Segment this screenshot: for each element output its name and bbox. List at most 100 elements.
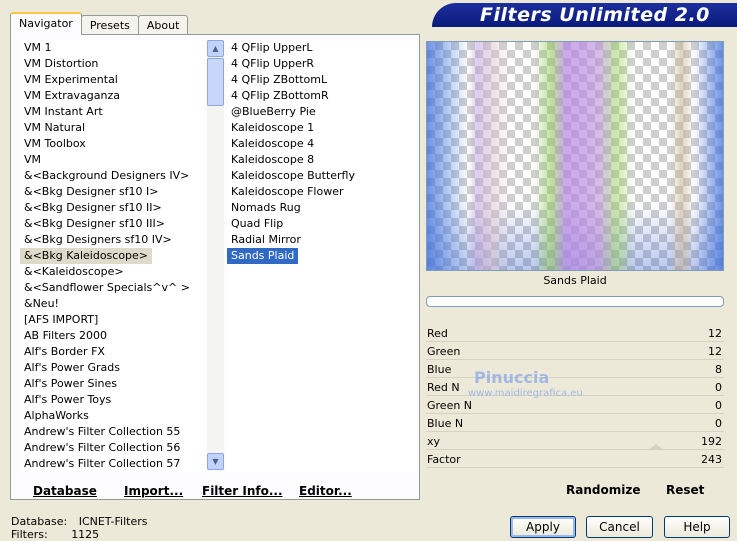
filter-item[interactable]: @BlueBerry Pie: [227, 104, 417, 120]
filter-item[interactable]: Kaleidoscope 8: [227, 152, 417, 168]
param-slider[interactable]: Blue 8: [426, 360, 724, 378]
category-item[interactable]: &Neu!: [20, 296, 205, 312]
tab-navigator[interactable]: Navigator: [10, 12, 82, 35]
filter-item[interactable]: Kaleidoscope 1: [227, 120, 417, 136]
editor-button[interactable]: Editor...: [299, 484, 352, 498]
cancel-button[interactable]: Cancel: [586, 516, 653, 538]
filter-item-label: Kaleidoscope Flower: [231, 185, 344, 198]
reset-button[interactable]: Reset: [666, 483, 704, 497]
filter-item[interactable]: 4 QFlip UpperR: [227, 56, 417, 72]
help-button[interactable]: Help: [664, 516, 730, 538]
filter-item-label: @BlueBerry Pie: [231, 105, 316, 118]
category-item-label: [AFS IMPORT]: [24, 313, 99, 326]
scroll-up-icon[interactable]: ▲: [207, 40, 224, 57]
status-database-value: ICNET-Filters: [78, 515, 148, 528]
filter-item[interactable]: 4 QFlip ZBottomR: [227, 88, 417, 104]
category-item[interactable]: &<Bkg Designer sf10 II>: [20, 200, 205, 216]
category-item-label: Andrew's Filter Collection 56: [24, 441, 181, 454]
category-item-label: &Neu!: [24, 297, 59, 310]
param-value: 192: [701, 435, 722, 448]
param-slider[interactable]: Factor 243: [426, 450, 724, 468]
category-item[interactable]: VM Toolbox: [20, 136, 205, 152]
filter-item-label: Kaleidoscope 1: [231, 121, 315, 134]
param-value: 0: [715, 381, 722, 394]
category-item-label: AB Filters 2000: [24, 329, 108, 342]
filter-item-label: Nomads Rug: [231, 201, 301, 214]
param-slider[interactable]: Green 12: [426, 342, 724, 360]
param-value: 12: [708, 327, 722, 340]
status-filters: Filters: 1125: [11, 528, 99, 541]
category-item[interactable]: VM Distortion: [20, 56, 205, 72]
param-value: 0: [715, 399, 722, 412]
import-button[interactable]: Import...: [124, 484, 183, 498]
filter-item[interactable]: 4 QFlip ZBottomL: [227, 72, 417, 88]
param-label: Red N: [427, 381, 460, 394]
category-item[interactable]: Andrew's Filter Collection 57: [20, 456, 205, 472]
filter-item-label: Kaleidoscope 4: [231, 137, 315, 150]
param-value: 8: [715, 363, 722, 376]
filter-item[interactable]: 4 QFlip UpperL: [227, 40, 417, 56]
status-filters-value: 1125: [71, 528, 100, 541]
category-item[interactable]: &<Bkg Designers sf10 IV>: [20, 232, 205, 248]
category-item[interactable]: VM Extravaganza: [20, 88, 205, 104]
category-item[interactable]: AlphaWorks: [20, 408, 205, 424]
apply-button[interactable]: Apply: [510, 516, 576, 538]
filter-item[interactable]: Kaleidoscope Butterfly: [227, 168, 417, 184]
tab-about[interactable]: About: [137, 15, 189, 35]
param-slider[interactable]: Red 12: [426, 324, 724, 342]
filter-item[interactable]: Radial Mirror: [227, 232, 417, 248]
app-banner: Filters Unlimited 2.0: [432, 3, 737, 27]
filter-item[interactable]: Kaleidoscope 4: [227, 136, 417, 152]
category-item[interactable]: &<Bkg Kaleidoscope>: [20, 248, 205, 264]
category-item-label: Alf's Power Sines: [24, 377, 117, 390]
category-item[interactable]: AB Filters 2000: [20, 328, 205, 344]
param-label: Blue N: [427, 417, 464, 430]
category-item[interactable]: VM: [20, 152, 205, 168]
filter-item[interactable]: Quad Flip: [227, 216, 417, 232]
filter-item-label: Kaleidoscope 8: [231, 153, 315, 166]
category-item[interactable]: VM Natural: [20, 120, 205, 136]
category-item[interactable]: &<Bkg Designer sf10 III>: [20, 216, 205, 232]
category-item[interactable]: &<Sandflower Specials^v^ >: [20, 280, 205, 296]
category-item[interactable]: Alf's Power Grads: [20, 360, 205, 376]
filter-item-label: 4 QFlip ZBottomR: [231, 89, 329, 102]
watermark-name: Pinuccia: [474, 368, 550, 387]
category-item[interactable]: Andrew's Filter Collection 56: [20, 440, 205, 456]
category-item[interactable]: &<Background Designers IV>: [20, 168, 205, 184]
scroll-thumb[interactable]: [207, 58, 224, 106]
randomize-button[interactable]: Randomize: [566, 483, 640, 497]
category-item-label: &<Bkg Kaleidoscope>: [20, 248, 153, 264]
category-scrollbar[interactable]: ▲ ▼: [207, 40, 224, 470]
category-item-label: &<Sandflower Specials^v^ >: [24, 281, 190, 294]
category-item-label: &<Background Designers IV>: [24, 169, 190, 182]
category-item[interactable]: Alf's Border FX: [20, 344, 205, 360]
param-value: 0: [715, 417, 722, 430]
category-item[interactable]: Alf's Power Toys: [20, 392, 205, 408]
category-item[interactable]: [AFS IMPORT]: [20, 312, 205, 328]
filter-item[interactable]: Sands Plaid: [227, 248, 417, 264]
param-slider[interactable]: Blue N 0: [426, 414, 724, 432]
category-item[interactable]: &<Kaleidoscope>: [20, 264, 205, 280]
param-label: Green: [427, 345, 461, 358]
progress-bar: [426, 296, 724, 307]
tab-presets[interactable]: Presets: [80, 15, 139, 35]
category-list[interactable]: VM 1 VM Distortion VM Experimental VM Extra…: [20, 40, 205, 472]
category-item[interactable]: VM 1: [20, 40, 205, 56]
preview-panel: Sands Plaid Red 12 Green 12 Blue 8 Red N 0 Green…: [422, 34, 729, 500]
scroll-down-icon[interactable]: ▼: [207, 453, 224, 470]
filter-list[interactable]: 4 QFlip UpperL 4 QFlip UpperR 4 QFlip ZBot…: [227, 40, 417, 472]
category-item-label: VM Instant Art: [24, 105, 103, 118]
tab-strip: Navigator Presets About: [10, 12, 189, 35]
category-item[interactable]: VM Experimental: [20, 72, 205, 88]
category-item[interactable]: &<Bkg Designer sf10 I>: [20, 184, 205, 200]
database-button[interactable]: Database: [33, 484, 97, 498]
filter-item[interactable]: Kaleidoscope Flower: [227, 184, 417, 200]
category-item[interactable]: Alf's Power Sines: [20, 376, 205, 392]
filter-info-button[interactable]: Filter Info...: [202, 484, 283, 498]
filter-item[interactable]: Nomads Rug: [227, 200, 417, 216]
category-item[interactable]: Andrew's Filter Collection 55: [20, 424, 205, 440]
param-label: Factor: [427, 453, 461, 466]
param-slider[interactable]: xy 192: [426, 432, 724, 450]
param-label: xy: [427, 435, 441, 448]
category-item[interactable]: VM Instant Art: [20, 104, 205, 120]
